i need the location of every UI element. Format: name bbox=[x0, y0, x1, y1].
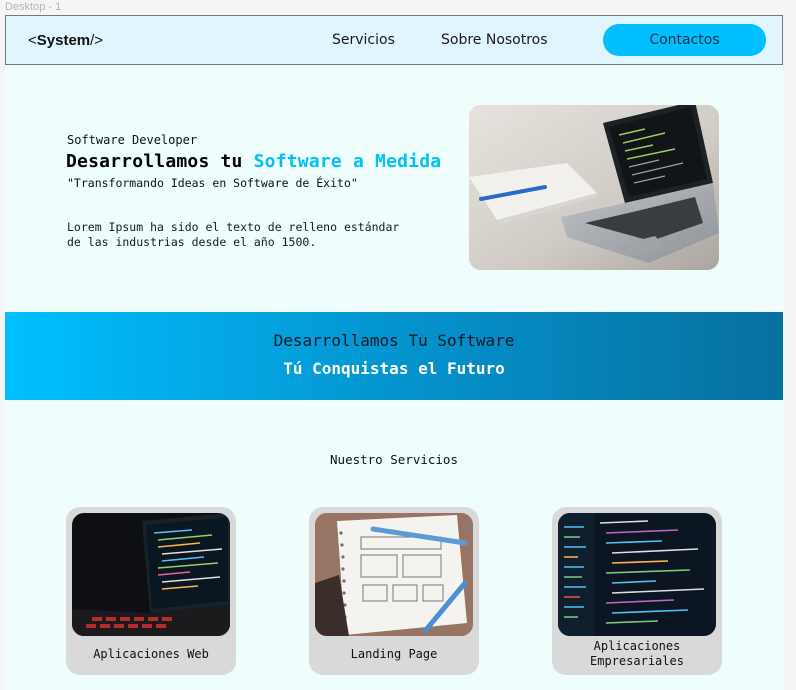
navbar: <System/> Servicios Sobre Nosotros Conta… bbox=[5, 15, 783, 65]
service-card-web[interactable]: Aplicaciones Web bbox=[66, 507, 236, 675]
hero-banner: Desarrollamos Tu Software Tú Conquistas … bbox=[5, 312, 783, 400]
hero-quote: "Transformando Ideas en Software de Éxit… bbox=[67, 176, 358, 190]
banner-line-2: Tú Conquistas el Futuro bbox=[283, 359, 505, 378]
desktop-page: <System/> Servicios Sobre Nosotros Conta… bbox=[5, 15, 783, 690]
hero-description: Lorem Ipsum ha sido el texto de relleno … bbox=[67, 220, 400, 249]
frame-label: Desktop - 1 bbox=[5, 1, 62, 13]
service-card-enterprise[interactable]: Aplicaciones Empresariales bbox=[552, 507, 722, 675]
service-card-label: Landing Page bbox=[350, 646, 438, 661]
site-logo[interactable]: <System/> bbox=[28, 32, 103, 49]
hero-title-plain: Desarrollamos tu bbox=[66, 151, 254, 172]
laptop-desk-photo bbox=[469, 105, 719, 270]
hero-title-accent: Software a Medida bbox=[253, 151, 442, 172]
nav-link-sobre-nosotros[interactable]: Sobre Nosotros bbox=[441, 32, 548, 48]
sketch-notebook-photo bbox=[315, 513, 473, 636]
code-screen-photo bbox=[558, 513, 716, 636]
nav-link-servicios[interactable]: Servicios bbox=[332, 32, 395, 48]
services-title: Nuestro Servicios bbox=[330, 452, 458, 467]
service-card-label: Aplicaciones Empresariales bbox=[590, 639, 684, 668]
hero-subtitle: Software Developer bbox=[67, 133, 198, 147]
logo-name: System bbox=[36, 32, 91, 49]
contact-button[interactable]: Contactos bbox=[603, 24, 766, 56]
logo-suffix: /> bbox=[90, 32, 104, 49]
laptop-code-photo bbox=[72, 513, 230, 636]
banner-line-1: Desarrollamos Tu Software bbox=[273, 331, 515, 350]
service-card-label: Aplicaciones Web bbox=[93, 646, 209, 661]
logo-prefix: < bbox=[28, 32, 37, 49]
hero-title: Desarrollamos tu Software a Medida bbox=[66, 151, 441, 172]
service-card-landing[interactable]: Landing Page bbox=[309, 507, 479, 675]
